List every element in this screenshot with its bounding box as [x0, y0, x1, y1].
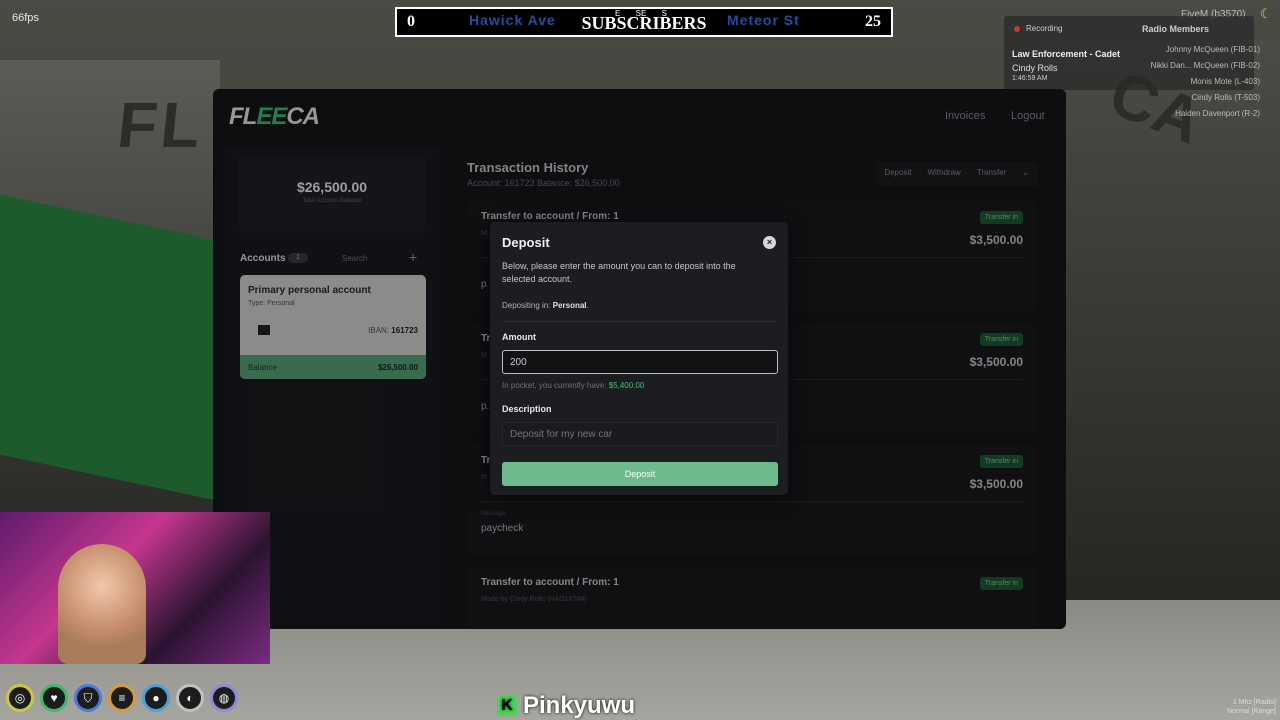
compass-south: S [661, 9, 667, 18]
divider [502, 321, 776, 322]
amount-input[interactable] [502, 350, 778, 374]
subscriber-scoreboard: 0 Hawick Ave SUBSCRIBERS E SE S Meteor S… [395, 7, 893, 37]
deposit-modal: Deposit × Below, please enter the amount… [490, 222, 788, 495]
recording-dot-icon [1014, 26, 1020, 32]
compass: E SE S [615, 9, 667, 23]
radio-member: Monis Mote (L-403) [1190, 77, 1260, 86]
close-icon[interactable]: × [763, 236, 776, 249]
modal-title: Deposit [502, 235, 550, 250]
radio-member: Haiden Davenport (R-2) [1175, 109, 1260, 118]
fps-counter: 66fps [12, 12, 39, 24]
streamer-label: K Pinkyuwu [497, 692, 635, 720]
streamer-webcam [0, 512, 270, 664]
description-label: Description [502, 404, 552, 414]
radio-member: Cindy Rolls (T-503) [1191, 93, 1260, 102]
radio-member: Nikki Dan... McQueen (FIB-02) [1150, 61, 1260, 70]
description-input[interactable] [502, 422, 778, 446]
depositing-in-text: Depositing in: Personal. [502, 301, 589, 310]
compass-east: E [615, 9, 621, 18]
voice-icon: ◎ [6, 684, 34, 712]
health-heart-icon: ♥ [40, 684, 68, 712]
stamina-lungs-icon: ◐ [176, 684, 204, 712]
job-title: Law Enforcement - Cadet [1012, 49, 1121, 59]
kick-logo-icon: K [497, 696, 517, 716]
depositing-account: Personal [552, 301, 587, 310]
radio-mode: Normal [Range] [1226, 708, 1276, 715]
radio-member: Johnny McQueen (FIB-01) [1165, 45, 1260, 54]
street-right: Meteor St [727, 12, 800, 28]
deposit-submit-button[interactable]: Deposit [502, 462, 778, 486]
compass-southeast: SE [635, 9, 647, 18]
radio-members-title: Radio Members [1142, 24, 1210, 34]
thirst-drop-icon: ● [142, 684, 170, 712]
recording-label: Recording [1026, 24, 1063, 33]
pocket-prefix: In pocket, you currently have: [502, 381, 607, 390]
streamer-name: Pinkyuwu [523, 692, 636, 719]
amount-label: Amount [502, 332, 536, 342]
depositing-prefix: Depositing in: [502, 301, 551, 310]
radio-members-list: Johnny McQueen (FIB-01) Nikki Dan... McQ… [1110, 42, 1260, 122]
scene-counter-left [0, 194, 240, 506]
pocket-amount: $5,400.00 [608, 381, 645, 390]
radio-frequency: 1 Mhz [Radio] Normal [Range] [1227, 698, 1276, 716]
moon-icon: ☾ [1260, 6, 1272, 21]
modal-description: Below, please enter the amount you can t… [502, 261, 736, 284]
hunger-icon: ≡ [108, 684, 136, 712]
game-clock: 1:46:59 AM [1012, 75, 1048, 82]
player-name: Cindy Rolls [1012, 63, 1058, 73]
stress-brain-icon: ◍ [210, 684, 238, 712]
pocket-balance-text: In pocket, you currently have: $5,400.00 [502, 381, 644, 390]
scene-sign-left: FL [114, 89, 208, 161]
radio-freq-value: 1 Mhz [Radio] [1232, 699, 1276, 706]
status-hud: ◎ ♥ ⛉ ≡ ● ◐ ◍ [6, 684, 238, 712]
armor-shield-icon: ⛉ [74, 684, 102, 712]
streamer-face [58, 544, 146, 664]
